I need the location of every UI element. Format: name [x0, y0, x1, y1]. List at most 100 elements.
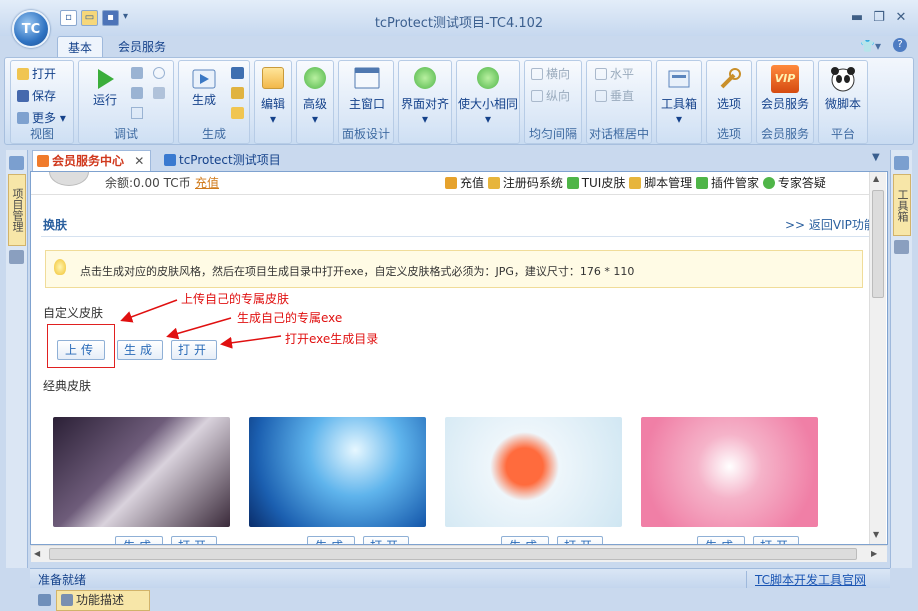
- right-side-panel: 工具箱: [890, 150, 912, 568]
- scroll-right-icon[interactable]: ▶: [871, 549, 877, 558]
- group-member: VIP 会员服务 会员服务: [756, 60, 814, 144]
- group-center-label: 对话框居中: [588, 127, 649, 141]
- center-vertical-button[interactable]: 垂直: [595, 87, 634, 104]
- group-align: 界面对齐 ▾: [398, 60, 452, 144]
- vertical-scroll-thumb[interactable]: [872, 190, 884, 298]
- close-tab-icon[interactable]: ✕: [134, 154, 144, 168]
- center-h-icon: [595, 68, 607, 80]
- skin-thumb-spider[interactable]: [249, 417, 426, 527]
- tab-basic[interactable]: 基本: [57, 36, 104, 58]
- classic-generate-button-2[interactable]: 生成: [307, 536, 355, 544]
- tui-skin-link[interactable]: TUI皮肤: [566, 176, 625, 190]
- classic-generate-button-3[interactable]: 生成: [501, 536, 549, 544]
- group-platform: 微脚本 平台: [818, 60, 868, 144]
- stop-icon[interactable]: [153, 87, 165, 99]
- interface-align-button[interactable]: 界面对齐 ▾: [399, 67, 451, 126]
- expert-qa-link[interactable]: 专家答疑: [762, 176, 826, 190]
- script-manager-link[interactable]: 脚本管理: [629, 176, 692, 190]
- toolbox-side-icon[interactable]: [894, 156, 909, 170]
- desc-icon: [61, 594, 73, 606]
- center-v-icon: [595, 90, 607, 102]
- run-button[interactable]: 运行: [85, 67, 125, 108]
- status-ready: 准备就绪: [38, 573, 87, 587]
- scroll-left-icon[interactable]: ◀: [34, 549, 40, 558]
- toolbox-button[interactable]: 工具箱 ▾: [657, 67, 701, 126]
- group-platform-label: 平台: [830, 127, 855, 141]
- wrench-icon: [720, 68, 741, 89]
- skin-thumb-fox[interactable]: [445, 417, 622, 527]
- annotation-upload: 上传自己的专属皮肤: [181, 292, 290, 306]
- app-menu-button[interactable]: TC: [12, 10, 50, 48]
- minimize-button[interactable]: ▬: [846, 9, 868, 27]
- regcode-link[interactable]: 注册码系统: [487, 176, 563, 190]
- horizontal-scrollbar[interactable]: ◀ ▶: [31, 545, 887, 562]
- breakpoint-icon[interactable]: [131, 107, 143, 119]
- group-debug-label: 调试: [113, 127, 138, 141]
- project-manager-tab[interactable]: 项目管理: [8, 174, 26, 246]
- brush-icon[interactable]: [231, 87, 244, 99]
- doc-tab-project[interactable]: tcProtect测试项目: [160, 150, 287, 171]
- member-tab-icon: [37, 155, 49, 167]
- generate-button[interactable]: 生成: [183, 67, 225, 108]
- output-icon[interactable]: [38, 594, 51, 606]
- edit-button[interactable]: 编辑 ▾: [255, 67, 291, 126]
- micro-script-button[interactable]: 微脚本: [819, 65, 867, 112]
- advanced-icon: [304, 67, 326, 89]
- group-spacing: 横向 纵向 均匀间隔: [524, 60, 582, 144]
- classic-open-button-3[interactable]: 打开: [557, 536, 603, 544]
- classic-open-button-1[interactable]: 打开: [171, 536, 217, 544]
- horizontal-scroll-thumb[interactable]: [49, 548, 857, 560]
- doc-tab-member-center[interactable]: 会员服务中心 ✕: [32, 150, 152, 171]
- step-icon[interactable]: [131, 67, 143, 79]
- project-icon[interactable]: [9, 156, 24, 170]
- main-window-button[interactable]: 主窗口: [341, 67, 393, 112]
- group-options-label: 选项: [716, 127, 741, 141]
- window-title: tcProtect测试项目-TC4.102: [374, 16, 544, 31]
- step-over-icon[interactable]: [131, 87, 143, 99]
- center-horizontal-button[interactable]: 水平: [595, 65, 634, 82]
- record-icon[interactable]: [153, 67, 165, 79]
- question-icon: [762, 177, 775, 189]
- advanced-button[interactable]: 高级 ▾: [297, 67, 333, 126]
- classic-open-button-4[interactable]: 打开: [753, 536, 799, 544]
- back-vip-link[interactable]: >> 返回VIP功能: [785, 216, 876, 233]
- layers-icon[interactable]: [231, 67, 244, 79]
- classic-open-button-2[interactable]: 打开: [363, 536, 409, 544]
- open-button[interactable]: 打开: [17, 65, 56, 82]
- folder-open-icon[interactable]: [231, 107, 244, 119]
- close-button[interactable]: ✕: [890, 9, 912, 27]
- horizontal-spacing-button[interactable]: 横向: [531, 65, 570, 82]
- skin-thumb-gothic[interactable]: [53, 417, 230, 527]
- content-area: 余额:0.00 TC币 充值 充值 注册码系统 TUI皮肤 脚本管理 插件管家 …: [30, 171, 888, 545]
- properties-icon[interactable]: [894, 240, 909, 254]
- classic-generate-button-1[interactable]: 生成: [115, 536, 163, 544]
- group-member-label: 会员服务: [760, 127, 809, 141]
- maximize-button[interactable]: ❐: [868, 9, 890, 27]
- scroll-up-icon[interactable]: ▲: [873, 174, 879, 183]
- recharge-top-link[interactable]: 充值: [445, 176, 484, 190]
- vertical-spacing-button[interactable]: 纵向: [531, 87, 570, 104]
- group-edit: 编辑 ▾: [254, 60, 292, 144]
- skin-thumb-angel[interactable]: [641, 417, 818, 527]
- tab-list-icon[interactable]: ▼: [872, 152, 880, 163]
- toolbox-tab[interactable]: 工具箱: [893, 174, 911, 236]
- group-center: 水平 垂直 对话框居中: [586, 60, 652, 144]
- plugin-manager-link[interactable]: 插件管家: [696, 176, 759, 190]
- debug-panel-icon[interactable]: [9, 250, 24, 264]
- vertical-scrollbar[interactable]: ▲ ▼: [869, 172, 886, 544]
- classic-generate-button-4[interactable]: 生成: [697, 536, 745, 544]
- more-button[interactable]: 更多 ▾: [17, 109, 66, 126]
- generate-icon: [192, 69, 216, 89]
- official-site-link[interactable]: TC脚本开发工具官网: [746, 571, 866, 588]
- shirt-icon[interactable]: 👕▾: [860, 39, 881, 53]
- options-button[interactable]: 选项: [707, 67, 751, 112]
- same-size-button[interactable]: 使大小相同 ▾: [457, 67, 519, 126]
- scroll-down-icon[interactable]: ▼: [873, 530, 879, 539]
- help-icon[interactable]: ?: [893, 38, 907, 52]
- function-desc-tab[interactable]: 功能描述: [56, 590, 150, 611]
- save-button[interactable]: 保存: [17, 87, 56, 104]
- tab-member-service[interactable]: 会员服务: [108, 36, 176, 58]
- member-service-button[interactable]: VIP 会员服务: [757, 65, 813, 112]
- shirt-skin-icon: [566, 177, 579, 189]
- top-links: 充值 注册码系统 TUI皮肤 脚本管理 插件管家 专家答疑: [445, 174, 826, 191]
